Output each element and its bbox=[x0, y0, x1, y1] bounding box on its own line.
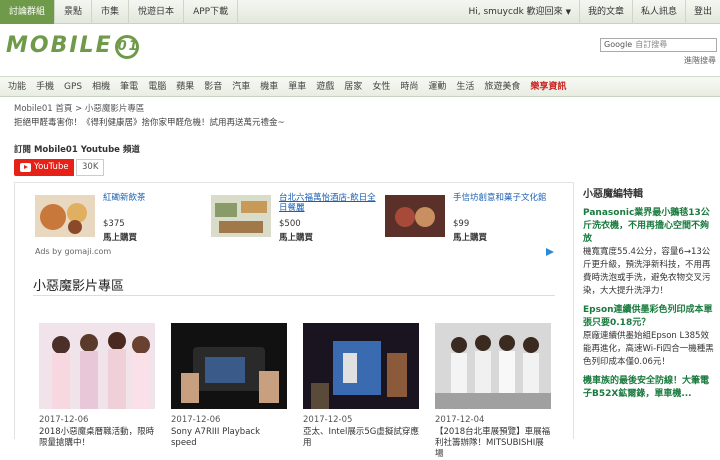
video-card[interactable]: 2017-12-06 2018小惡魔桌曆職活動，限時限量搶購中！ bbox=[39, 323, 155, 449]
ad-price: $375 bbox=[103, 219, 125, 229]
sidebar-article-text: 原廠連續供墨始組Epson L385效能再進化，高速Wi-Fi四合一機種黑色列印… bbox=[583, 331, 714, 367]
video-date: 2017-12-06 bbox=[171, 415, 221, 425]
ad-image-food bbox=[35, 195, 95, 237]
ad-image-sweets bbox=[385, 195, 445, 237]
logout-link[interactable]: 登出 bbox=[684, 0, 720, 24]
ad-price: $99 bbox=[453, 219, 470, 229]
ad-item[interactable]: 紅磡新飲茶 $375 馬上購買 bbox=[35, 193, 207, 243]
youtube-play-icon bbox=[20, 163, 31, 172]
logo-mark: 01 bbox=[114, 35, 139, 59]
top-bar: 討論群組 景點 市集 悅遊日本 APP下載 Hi, smuycdk 歡迎回來 ▼… bbox=[0, 0, 720, 24]
category-link[interactable]: 筆電 bbox=[115, 77, 143, 97]
video-thumbnail[interactable] bbox=[303, 323, 419, 409]
ad-title[interactable]: 手信坊創意和菓子文化館 bbox=[453, 193, 557, 203]
ad-banner: 紅磡新飲茶 $375 馬上購買 台北六福萬怡酒店-飲日全日餐麗 $500 馬上購… bbox=[35, 193, 555, 255]
sidebar-article-title[interactable]: 機車族的最後安全防線！大筆電子B52X鉱爾錄，單車機... bbox=[583, 375, 716, 401]
my-articles-link[interactable]: 我的文章 bbox=[578, 0, 632, 24]
category-link[interactable]: 生活 bbox=[451, 77, 479, 97]
video-date: 2017-12-04 bbox=[435, 415, 485, 425]
video-thumbnail[interactable] bbox=[171, 323, 287, 409]
section-title: 小惡魔影片專區 bbox=[33, 279, 125, 294]
tab-market[interactable]: 市集 bbox=[92, 0, 130, 24]
ad-buy-button[interactable]: 馬上購買 bbox=[279, 231, 313, 243]
section-divider bbox=[33, 295, 555, 296]
sidebar: 小惡魔編特輯 Panasonic業界最小鵝毯13公斤洗衣機，不用再擔心空間不夠放… bbox=[578, 182, 716, 401]
category-link[interactable]: 機車 bbox=[255, 77, 283, 97]
category-link[interactable]: 旅遊美食 bbox=[479, 77, 525, 97]
ad-price: $500 bbox=[279, 219, 301, 229]
category-link[interactable]: 蘋果 bbox=[171, 77, 199, 97]
category-link[interactable]: 單車 bbox=[283, 77, 311, 97]
private-messages-link[interactable]: 私人訊息 bbox=[631, 0, 685, 24]
video-thumbnail[interactable] bbox=[435, 323, 551, 409]
category-link[interactable]: 電腦 bbox=[143, 77, 171, 97]
ad-buy-button[interactable]: 馬上購買 bbox=[453, 231, 487, 243]
sidebar-article-text: 機寬寬度55.4公分，容量6→13公斤更升級，預洗淨新科技，不用再費時洗泡或手洗… bbox=[583, 247, 711, 296]
category-link[interactable]: 居家 bbox=[339, 77, 367, 97]
search-placeholder: 自訂搜尋 bbox=[635, 40, 668, 49]
category-link[interactable]: 遊戲 bbox=[311, 77, 339, 97]
category-nav: 功能 手機 GPS 相機 筆電 電腦 蘋果 影音 汽車 機車 單車 遊戲 居家 女性 時尚 運動 生活 旅遊美食樂… bbox=[0, 76, 720, 97]
tab-japan-travel[interactable]: 悅遊日本 bbox=[129, 0, 185, 24]
youtube-subscribe: YouTube 30K bbox=[14, 159, 105, 176]
promo-link[interactable]: 拒絕甲醛毒害你！《得利健康居》捨你家甲醛危機！試用再送萬元禮金~ bbox=[14, 116, 285, 128]
sidebar-heading: 小惡魔編特輯 bbox=[583, 189, 643, 200]
breadcrumb[interactable]: Mobile01 首頁 > 小惡魔影片專區 bbox=[14, 102, 144, 114]
youtube-button-label: YouTube bbox=[34, 162, 69, 172]
main-panel: 紅磡新飲茶 $375 馬上購買 台北六福萬怡酒店-飲日全日餐麗 $500 馬上購… bbox=[14, 182, 574, 459]
ad-buy-button[interactable]: 馬上購買 bbox=[103, 231, 137, 243]
video-title[interactable]: 2018小惡魔桌曆職活動，限時限量搶購中！ bbox=[39, 427, 155, 449]
chevron-down-icon: ▼ bbox=[565, 8, 571, 16]
mobile01-logo[interactable]: MOBILE 01 bbox=[6, 33, 139, 59]
tab-app-download[interactable]: APP下載 bbox=[184, 0, 239, 24]
video-title[interactable]: 【2018台北車展預覽】車展福利社籌辦隊！MITSUBISHI展場 bbox=[435, 427, 551, 460]
category-link[interactable]: 手機 bbox=[31, 77, 59, 97]
video-title[interactable]: Sony A7RIII Playback speed bbox=[171, 427, 287, 449]
video-thumbnail[interactable] bbox=[39, 323, 155, 409]
category-link[interactable]: GPS bbox=[59, 77, 87, 97]
logo-text: MOBILE bbox=[6, 33, 113, 58]
google-logo-icon: Google bbox=[604, 40, 633, 49]
youtube-subscribe-heading: 訂閱 Mobile01 Youtube 頻道 bbox=[14, 145, 140, 155]
category-link[interactable]: 運動 bbox=[423, 77, 451, 97]
video-card[interactable]: 2017-12-05 亞太、Intel展示5G虛擬試穿應用 bbox=[303, 323, 419, 449]
youtube-subscribe-button[interactable]: YouTube bbox=[14, 159, 74, 176]
ad-item[interactable]: 台北六福萬怡酒店-飲日全日餐麗 $500 馬上購買 bbox=[211, 193, 383, 243]
advanced-search-link[interactable]: 進階搜尋 bbox=[684, 55, 716, 66]
ad-image-buffet bbox=[211, 195, 271, 237]
category-link[interactable]: 樂享資訊 bbox=[525, 77, 571, 97]
top-tabs: 討論群組 景點 市集 悅遊日本 APP下載 bbox=[0, 0, 239, 24]
ads-by-label[interactable]: Ads by gomaji.com bbox=[35, 247, 111, 256]
subscriber-count: 30K bbox=[76, 159, 105, 176]
tab-forum[interactable]: 討論群組 bbox=[0, 0, 56, 24]
ad-title[interactable]: 台北六福萬怡酒店-飲日全日餐麗 bbox=[279, 193, 383, 213]
user-greeting-text: Hi, smuycdk 歡迎回來 bbox=[468, 7, 563, 17]
search-input[interactable]: Google 自訂搜尋 bbox=[600, 38, 717, 52]
ad-item[interactable]: 手信坊創意和菓子文化館 $99 馬上購買 bbox=[385, 193, 557, 243]
sidebar-article-title[interactable]: Panasonic業界最小鵝毯13公斤洗衣機，不用再擔心空間不夠放 bbox=[583, 207, 716, 246]
video-date: 2017-12-05 bbox=[303, 415, 353, 425]
category-link[interactable]: 汽車 bbox=[227, 77, 255, 97]
video-card[interactable]: 2017-12-04 【2018台北車展預覽】車展福利社籌辦隊！MITSUBIS… bbox=[435, 323, 551, 460]
video-card[interactable]: 2017-12-06 Sony A7RIII Playback speed bbox=[171, 323, 287, 449]
category-link[interactable]: 女性 bbox=[367, 77, 395, 97]
video-title[interactable]: 亞太、Intel展示5G虛擬試穿應用 bbox=[303, 427, 419, 449]
category-link[interactable]: 時尚 bbox=[395, 77, 423, 97]
user-menu: Hi, smuycdk 歡迎回來 ▼ 我的文章 私人訊息 登出 bbox=[460, 0, 720, 24]
category-link[interactable]: 相機 bbox=[87, 77, 115, 97]
category-link[interactable]: 影音 bbox=[199, 77, 227, 97]
tab-attractions[interactable]: 景點 bbox=[55, 0, 93, 24]
ad-choices-icon[interactable] bbox=[545, 247, 555, 257]
user-greeting[interactable]: Hi, smuycdk 歡迎回來 ▼ bbox=[460, 0, 578, 24]
sidebar-article-title[interactable]: Epson連續供墨彩色列印成本單張只要0.18元？ bbox=[583, 304, 716, 330]
video-date: 2017-12-06 bbox=[39, 415, 89, 425]
site-header: MOBILE 01 Google 自訂搜尋 進階搜尋 bbox=[0, 24, 720, 76]
category-link[interactable]: 功能 bbox=[3, 77, 31, 97]
ad-title[interactable]: 紅磡新飲茶 bbox=[103, 193, 207, 203]
